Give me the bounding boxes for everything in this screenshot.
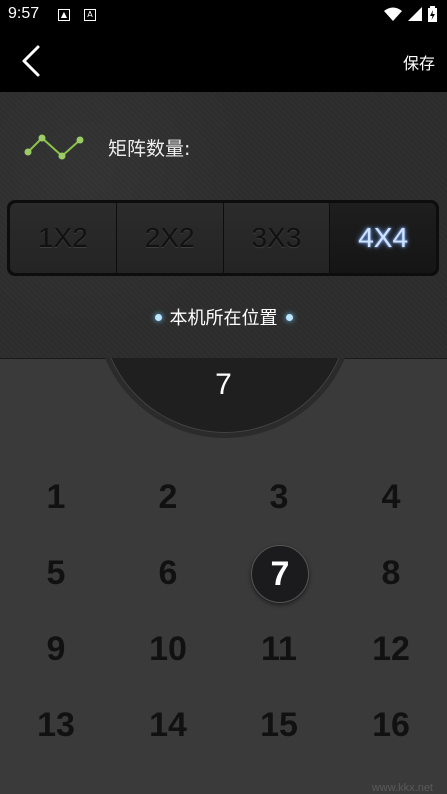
position-number-16[interactable]: 16 — [361, 695, 421, 755]
matrix-option-4x4[interactable]: 4X4 — [330, 203, 436, 273]
save-button[interactable]: 保存 — [403, 50, 435, 74]
battery-icon — [428, 6, 437, 22]
position-number-14[interactable]: 14 — [138, 695, 198, 755]
matrix-chart-icon — [24, 134, 84, 160]
glow-dot-icon — [285, 313, 293, 321]
signal-icon — [408, 7, 422, 21]
matrix-count-label: 矩阵数量: — [108, 138, 191, 160]
matrix-option-3x3[interactable]: 3X3 — [223, 203, 331, 273]
position-number-1[interactable]: 1 — [26, 467, 86, 527]
position-number-4[interactable]: 4 — [361, 467, 421, 527]
location-label: 本机所在位置 — [169, 308, 278, 329]
back-arrow-icon[interactable] — [18, 44, 46, 78]
app-header: 保存 — [0, 30, 447, 92]
position-dial: 7 — [0, 358, 447, 448]
matrix-option-2x2[interactable]: 2X2 — [116, 203, 224, 273]
matrix-panel: 矩阵数量: 1X2 2X2 3X3 4X4 本机所在位置 — [0, 92, 447, 359]
position-number-6[interactable]: 6 — [138, 543, 198, 603]
position-number-7[interactable]: 7 — [251, 545, 309, 603]
status-time: 9:57 — [8, 5, 40, 22]
image-notification-icon: ▲ — [58, 9, 70, 21]
position-number-2[interactable]: 2 — [138, 467, 198, 527]
status-bar: 9:57 ▲ A — [0, 0, 447, 30]
position-number-8[interactable]: 8 — [361, 543, 421, 603]
dial-value: 7 — [215, 368, 232, 401]
position-number-13[interactable]: 13 — [26, 695, 86, 755]
position-number-12[interactable]: 12 — [361, 619, 421, 679]
position-number-11[interactable]: 11 — [249, 619, 309, 679]
location-title: 本机所在位置 — [0, 304, 447, 330]
position-number-5[interactable]: 5 — [26, 543, 86, 603]
position-number-10[interactable]: 10 — [138, 619, 198, 679]
position-number-9[interactable]: 9 — [26, 619, 86, 679]
position-number-15[interactable]: 15 — [249, 695, 309, 755]
matrix-size-selector: 1X2 2X2 3X3 4X4 — [7, 200, 439, 276]
wifi-icon — [384, 7, 402, 21]
glow-dot-icon — [154, 313, 162, 321]
watermark: www.kkx.net — [371, 782, 433, 794]
matrix-option-1x2[interactable]: 1X2 — [10, 203, 117, 273]
position-number-3[interactable]: 3 — [249, 467, 309, 527]
a-notification-icon: A — [84, 9, 96, 21]
